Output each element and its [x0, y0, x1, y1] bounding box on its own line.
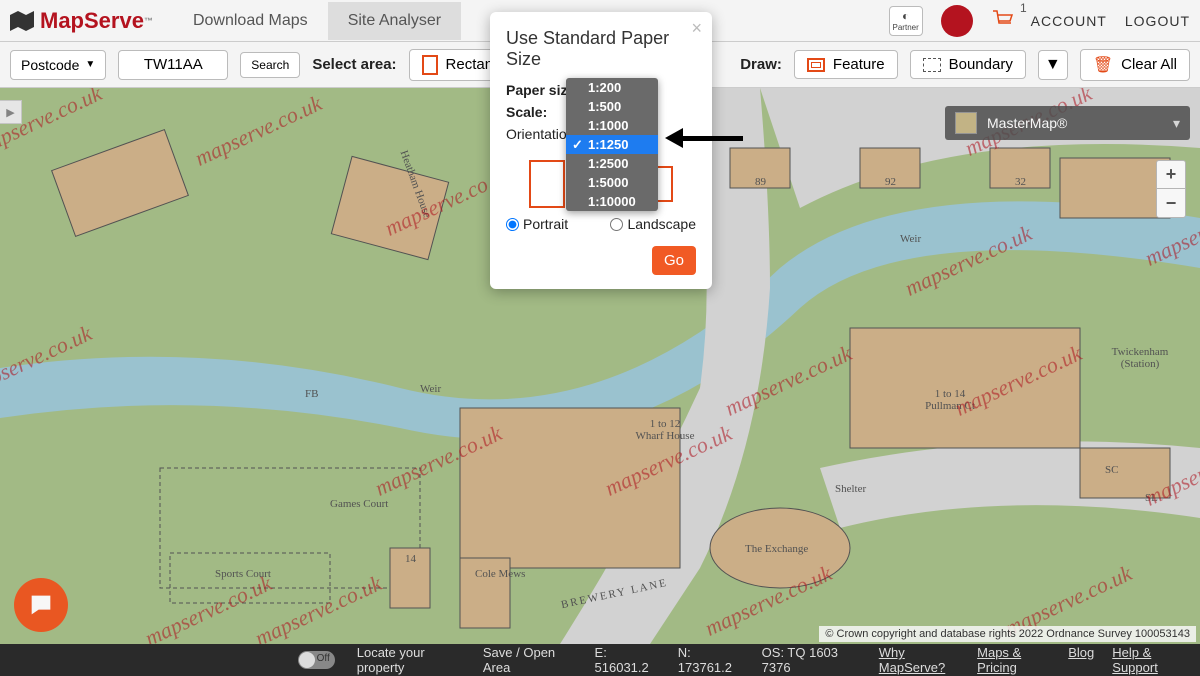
pricing-link[interactable]: Maps & Pricing	[977, 645, 1050, 675]
portrait-radio[interactable]: Portrait	[506, 216, 568, 232]
zoom-control: + −	[1156, 160, 1186, 218]
select-area-label: Select area:	[312, 56, 396, 73]
scale-option[interactable]: 1:10000	[566, 192, 658, 211]
logo-icon	[10, 11, 34, 31]
search-button[interactable]: Search	[240, 52, 300, 78]
feature-icon	[807, 58, 825, 72]
coord-os: OS: TQ 1603 7376	[762, 645, 857, 675]
feature-tool-button[interactable]: Feature	[794, 50, 898, 79]
boundary-tool-button[interactable]: Boundary	[910, 50, 1026, 79]
modal-title: Use Standard Paper Size	[506, 28, 696, 70]
why-link[interactable]: Why MapServe?	[879, 645, 959, 675]
logo[interactable]: MapServe™	[10, 8, 153, 34]
basket-icon[interactable]: 1	[991, 9, 1013, 33]
close-button[interactable]: ×	[691, 18, 702, 39]
save-area-link[interactable]: Save / Open Area	[483, 645, 573, 675]
annotation-arrow-icon	[665, 128, 743, 148]
expand-panel-button[interactable]: ▶	[0, 100, 22, 124]
chat-button[interactable]	[14, 578, 68, 632]
boundary-icon	[923, 58, 941, 72]
go-button[interactable]: Go	[652, 246, 696, 275]
chevron-down-icon: ▾	[1173, 115, 1180, 132]
header-right: ◐Partner 1 ACCOUNT LOGOUT	[889, 5, 1190, 37]
zoom-in-button[interactable]: +	[1157, 161, 1185, 189]
logout-link[interactable]: LOGOUT	[1125, 13, 1190, 29]
crest-badge-icon[interactable]	[941, 5, 973, 37]
layer-picker[interactable]: MasterMap® ▾	[945, 106, 1190, 140]
map-attribution: © Crown copyright and database rights 20…	[819, 626, 1196, 642]
scale-option-selected[interactable]: 1:1250	[566, 135, 658, 154]
nav-tabs: Download Maps Site Analyser	[173, 2, 461, 40]
locate-label: Locate your property	[357, 645, 461, 675]
landscape-radio[interactable]: Landscape	[610, 216, 696, 232]
layer-swatch-icon	[955, 112, 977, 134]
scale-option[interactable]: 1:500	[566, 97, 658, 116]
tab-download-maps[interactable]: Download Maps	[173, 2, 328, 40]
logo-tm: ™	[144, 16, 153, 26]
scale-option[interactable]: 1:2500	[566, 154, 658, 173]
clear-all-button[interactable]: 🗑Clear All	[1080, 49, 1190, 81]
account-link[interactable]: ACCOUNT	[1031, 13, 1107, 29]
boundary-options-button[interactable]: ▼	[1038, 50, 1068, 80]
layer-name: MasterMap®	[987, 115, 1067, 131]
postcode-input[interactable]	[118, 50, 228, 80]
draw-label: Draw:	[740, 56, 782, 73]
scale-option[interactable]: 1:1000	[566, 116, 658, 135]
locate-toggle[interactable]: Off	[298, 651, 335, 669]
postcode-dropdown[interactable]: Postcode ▼	[10, 50, 106, 80]
scale-option[interactable]: 1:5000	[566, 173, 658, 192]
zoom-out-button[interactable]: −	[1157, 189, 1185, 217]
rectangle-icon	[422, 55, 438, 75]
coord-n: N: 173761.2	[678, 645, 740, 675]
blog-link[interactable]: Blog	[1068, 645, 1094, 675]
portrait-preview-icon[interactable]	[529, 160, 565, 208]
tab-site-analyser[interactable]: Site Analyser	[328, 2, 461, 40]
coord-e: E: 516031.2	[595, 645, 656, 675]
logo-text: MapServe	[40, 8, 144, 34]
footer-bar: Off Locate your property Save / Open Are…	[0, 644, 1200, 676]
partner-badge[interactable]: ◐Partner	[889, 6, 923, 36]
trash-icon: 🗑	[1093, 55, 1113, 75]
scale-option[interactable]: 1:200	[566, 78, 658, 97]
chat-icon	[27, 591, 55, 619]
help-link[interactable]: Help & Support	[1112, 645, 1186, 675]
scale-dropdown[interactable]: 1:200 1:500 1:1000 1:1250 1:2500 1:5000 …	[566, 78, 658, 211]
basket-count: 1	[1020, 1, 1027, 15]
